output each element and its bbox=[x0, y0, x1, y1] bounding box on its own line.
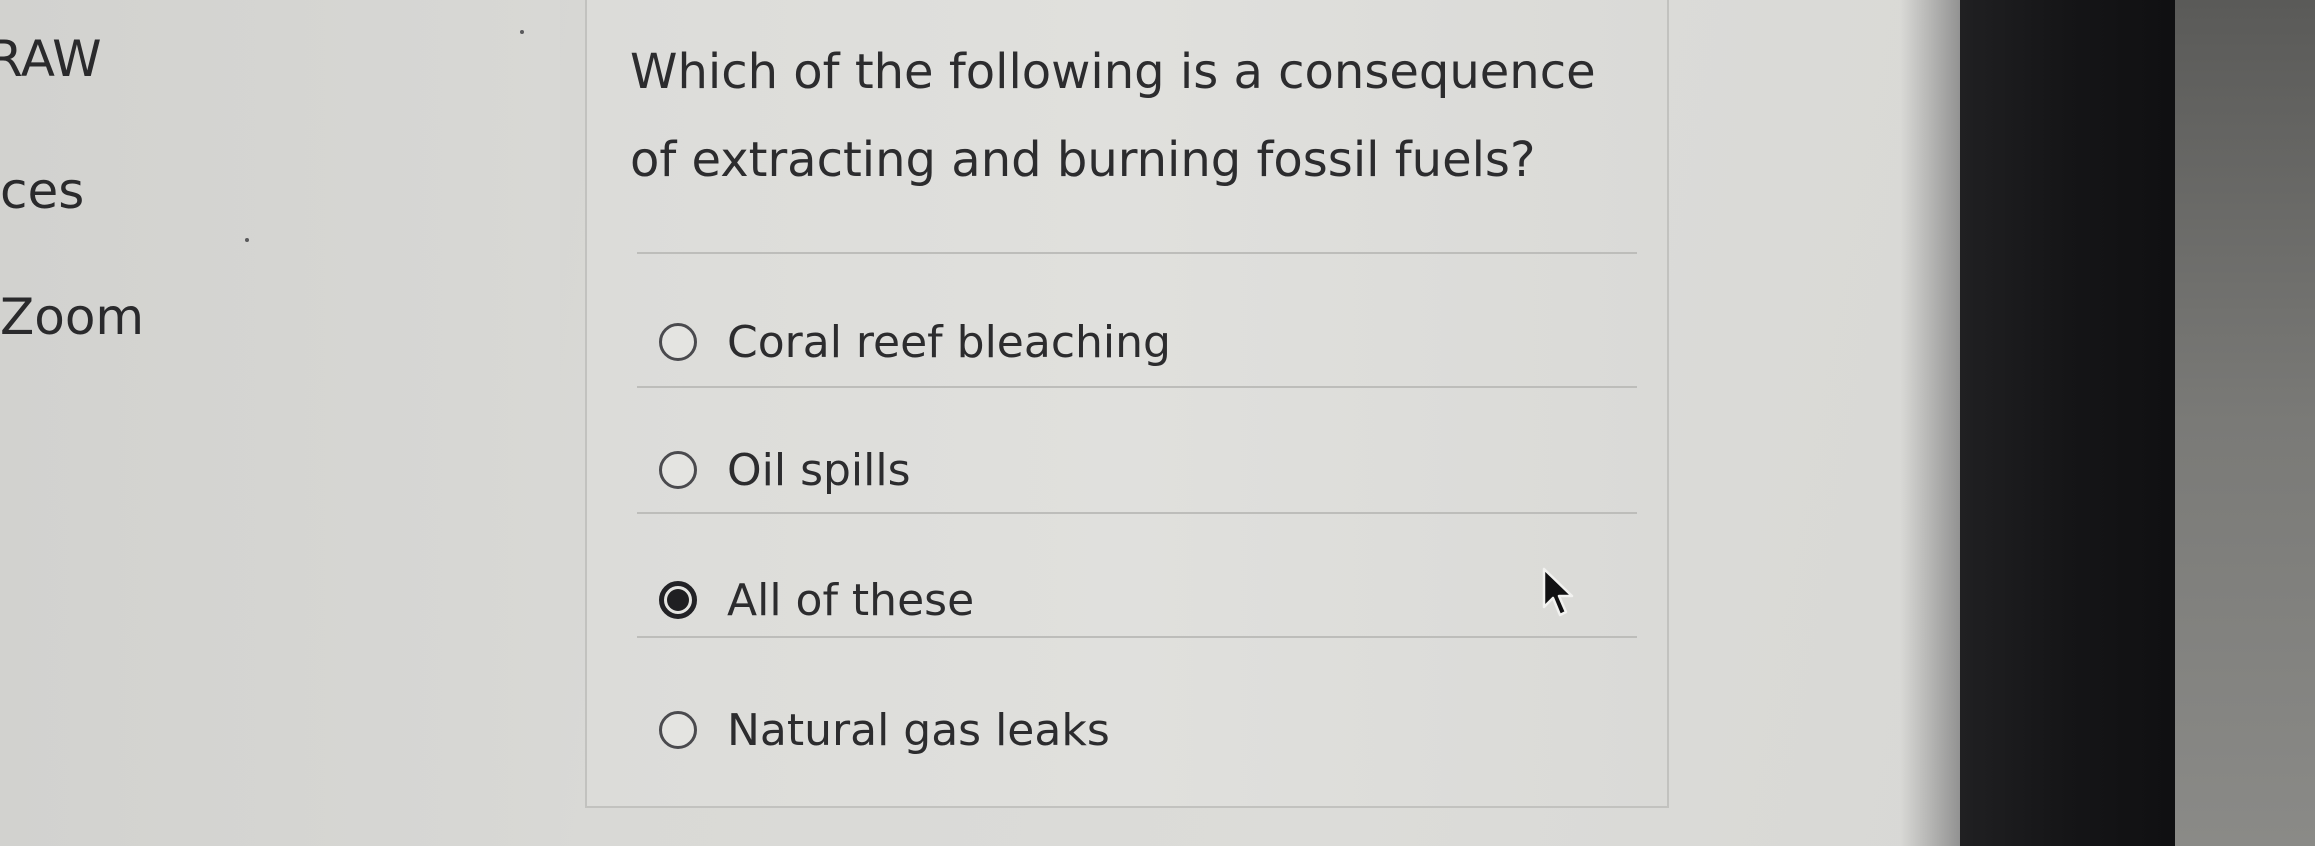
sidebar-item-resources[interactable]: ces bbox=[0, 162, 84, 220]
option-all-of-these[interactable]: All of these bbox=[659, 570, 974, 630]
option-label: All of these bbox=[727, 574, 975, 626]
divider bbox=[637, 512, 1637, 514]
sidebar-item-draw[interactable]: RAW bbox=[0, 30, 102, 88]
stray-mark bbox=[245, 238, 249, 242]
divider bbox=[637, 636, 1637, 638]
background-wall bbox=[2175, 0, 2315, 846]
option-label: Natural gas leaks bbox=[727, 704, 1110, 756]
radio-unchecked-icon[interactable] bbox=[659, 711, 697, 749]
divider bbox=[637, 252, 1637, 254]
option-coral-reef-bleaching[interactable]: Coral reef bleaching bbox=[659, 312, 1171, 372]
mouse-pointer-icon bbox=[1542, 567, 1574, 617]
radio-checked-icon[interactable] bbox=[659, 581, 697, 619]
divider bbox=[637, 386, 1637, 388]
radio-unchecked-icon[interactable] bbox=[659, 323, 697, 361]
radio-unchecked-icon[interactable] bbox=[659, 451, 697, 489]
option-oil-spills[interactable]: Oil spills bbox=[659, 440, 911, 500]
sidebar-item-zoom[interactable]: Zoom bbox=[0, 288, 144, 346]
option-label: Coral reef bleaching bbox=[727, 316, 1171, 368]
sidebar: RAW ces Zoom bbox=[0, 0, 560, 846]
option-label: Oil spills bbox=[727, 444, 911, 496]
question-text: Which of the following is a consequence … bbox=[630, 44, 1596, 188]
option-natural-gas-leaks[interactable]: Natural gas leaks bbox=[659, 700, 1110, 760]
question-panel: Which of the following is a consequence … bbox=[585, 0, 1669, 808]
stray-mark bbox=[520, 30, 524, 34]
